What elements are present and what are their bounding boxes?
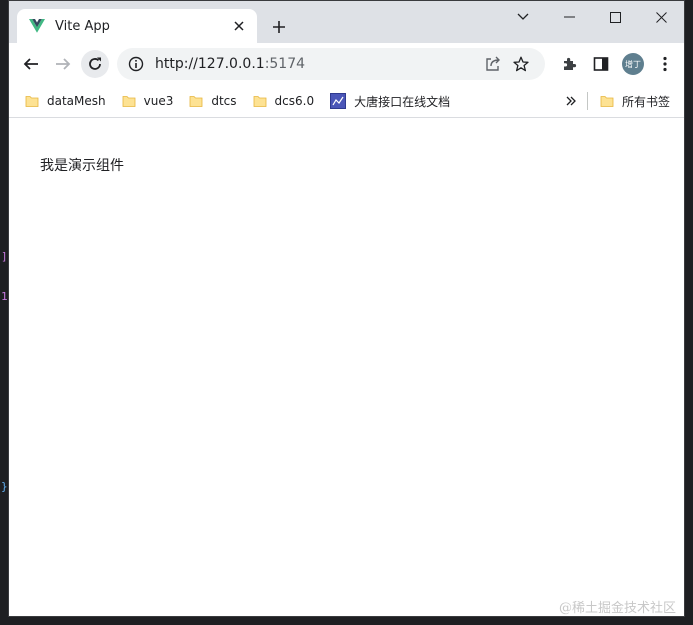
maximize-icon[interactable] [592, 1, 638, 33]
demo-component-text: 我是演示组件 [40, 158, 124, 174]
vue-logo-icon [29, 18, 45, 34]
bookmark-item[interactable]: vue3 [114, 88, 182, 114]
window-controls [506, 1, 684, 33]
minimize-icon[interactable] [546, 1, 592, 33]
site-info-icon[interactable] [127, 55, 145, 73]
bookmark-label: dtcs [211, 94, 237, 108]
tab-search-chevron-icon[interactable] [506, 1, 540, 33]
other-bookmarks-label: 所有书签 [621, 94, 670, 109]
browser-toolbar: http://127.0.0.1:5174 增丁 [9, 43, 684, 85]
bookmark-star-icon[interactable] [507, 50, 535, 78]
tab-strip: Vite App [9, 1, 684, 43]
site-favicon-icon [330, 93, 347, 109]
bookmarks-overflow-chevron-icon[interactable] [559, 96, 583, 106]
folder-icon [122, 94, 136, 108]
forward-arrow-icon[interactable] [49, 50, 77, 78]
bookmark-label: 大唐接口在线文档 [354, 94, 451, 109]
url-text: http://127.0.0.1:5174 [155, 56, 479, 72]
folder-icon [25, 94, 39, 108]
kebab-menu-icon[interactable] [649, 48, 681, 80]
bookmark-item[interactable]: 大唐接口在线文档 [322, 88, 458, 114]
tab-title: Vite App [55, 18, 110, 34]
extensions-puzzle-icon[interactable] [553, 48, 585, 80]
tab-close-icon[interactable] [231, 18, 247, 34]
editor-bracket-glyph: } [1, 480, 8, 493]
reload-icon[interactable] [81, 50, 109, 78]
bookmarks-divider [586, 92, 588, 110]
url-port: :5174 [264, 56, 306, 72]
browser-window: Vite App http://127.0.0.1:5174 增丁 dataMe… [8, 0, 685, 617]
editor-bracket-glyph: 1 [1, 290, 8, 303]
close-window-icon[interactable] [638, 1, 684, 33]
folder-icon [189, 94, 203, 108]
folder-icon [600, 94, 614, 108]
bookmark-item[interactable]: dataMesh [17, 88, 114, 114]
profile-avatar[interactable]: 增丁 [622, 53, 644, 75]
folder-icon [253, 94, 267, 108]
page-content: 我是演示组件 @稀土掘金技术社区 [9, 118, 684, 616]
bookmark-label: dataMesh [47, 94, 106, 108]
bookmark-item[interactable]: dcs6.0 [245, 88, 323, 114]
bookmark-item[interactable]: dtcs [181, 88, 244, 114]
url-host: http://127.0.0.1 [155, 56, 265, 72]
new-tab-icon[interactable] [267, 15, 291, 39]
editor-bracket-glyph: ] [1, 250, 8, 263]
bookmark-label: vue3 [143, 94, 174, 108]
side-panel-icon[interactable] [585, 48, 617, 80]
bookmark-label: dcs6.0 [274, 94, 315, 108]
back-arrow-icon[interactable] [17, 50, 45, 78]
other-bookmarks-folder[interactable]: 所有书签 [592, 88, 678, 114]
address-bar[interactable]: http://127.0.0.1:5174 [117, 48, 545, 80]
tab-vite-app[interactable]: Vite App [17, 9, 257, 43]
watermark: @稀土掘金技术社区 [558, 601, 676, 616]
share-icon[interactable] [479, 50, 507, 78]
bookmarks-bar: dataMesh vue3 dtcs dcs6.0 大唐接口在线文档 所有书签 [9, 85, 684, 118]
